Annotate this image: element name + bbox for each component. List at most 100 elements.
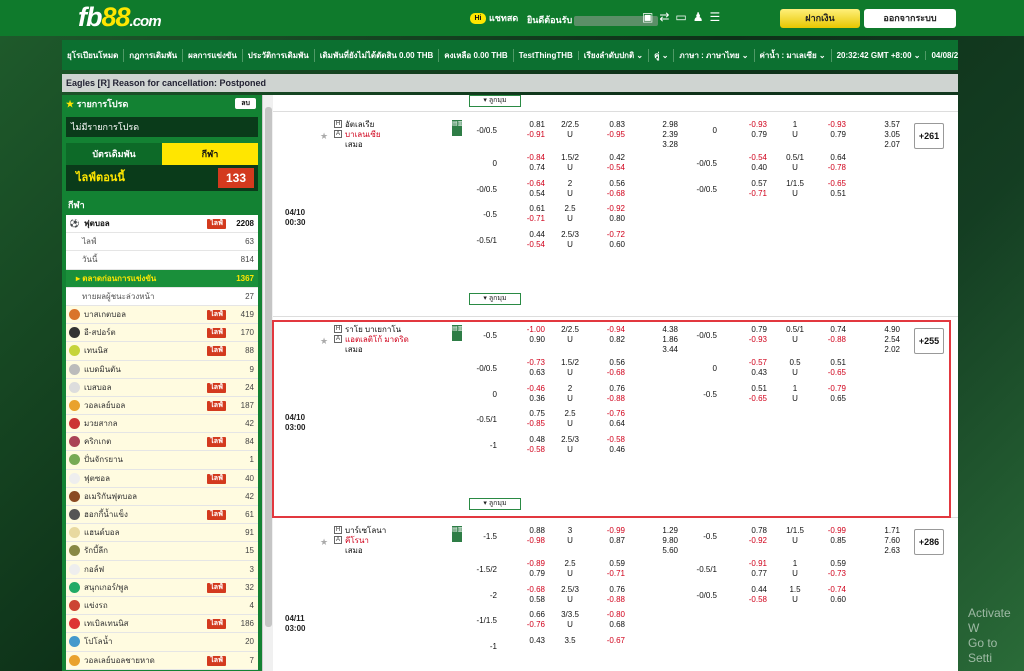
deposit-button[interactable]: ฝากเงิน [780,9,860,28]
odds-under[interactable]: -0.95 [595,130,625,140]
nav-item[interactable]: 20:32:42 GMT +8:00 ⌄ [832,50,927,60]
odds-1x2-half[interactable]: 3.05 [870,130,900,140]
sidebar-item-sport[interactable]: กอล์ฟ 3 [66,560,258,579]
half-odds-under[interactable]: -0.78 [816,163,846,173]
odds-under[interactable]: 0.80 [595,214,625,224]
odds-under[interactable]: -0.68 [595,189,625,199]
odds-home[interactable]: -0.68 [515,585,545,595]
sidebar-item-sport[interactable]: รักบี้ลีก 15 [66,542,258,561]
nav-item[interactable]: ประวัติการเดิมพัน [243,48,315,62]
logout-button[interactable]: ออกจากระบบ [864,9,956,28]
half-odds-home[interactable]: 0.57 [737,179,767,189]
odds-home[interactable]: 0.61 [515,204,545,214]
wallet-icon[interactable]: ▣ [642,10,659,24]
half-odds-over[interactable]: -0.93 [816,120,846,130]
odds-1x2[interactable]: 3.28 [648,140,678,150]
sidebar-item-sport[interactable]: วอลเลย์บอล ไลฟ์ 187 [66,396,258,416]
odds-over[interactable]: 0.42 [595,153,625,163]
sidebar-item-sport[interactable]: คริกเกต ไลฟ์ 84 [66,433,258,452]
odds-under[interactable]: 0.60 [595,240,625,250]
odds-over[interactable]: 0.76 [595,585,625,595]
half-odds-under[interactable]: 0.51 [816,189,846,199]
nav-item[interactable]: กฎการเดิมพัน [124,48,184,62]
sidebar-sub-today[interactable]: วันนี้ 814 [66,251,258,270]
nav-item[interactable]: TestThingTHB [514,50,579,60]
half-odds-home[interactable]: -0.91 [737,559,767,569]
home-team[interactable]: บาร์เซโลนา [345,526,386,536]
sidebar-item-sport[interactable]: แบดมินตัน 9 [66,360,258,379]
odds-over[interactable]: -0.67 [595,636,625,646]
odds-under[interactable]: 0.68 [595,620,625,630]
odds-under[interactable]: -0.88 [595,595,625,605]
half-odds-over[interactable]: -0.74 [816,585,846,595]
sidebar-item-sport[interactable]: แฮนด์บอล 91 [66,524,258,543]
stats-icon[interactable]: ▤▥ [452,120,463,136]
half-odds-under[interactable]: 0.85 [816,536,846,546]
half-odds-under[interactable]: 0.79 [816,130,846,140]
odds-over[interactable]: -0.92 [595,204,625,214]
odds-1x2-half[interactable]: 1.71 [870,526,900,536]
sidebar-sub-outright[interactable]: ทายผลผู้ชนะล่วงหน้า 27 [66,287,258,306]
odds-away[interactable]: -0.91 [515,130,545,140]
nav-item[interactable]: ผลการแข่งขัน [183,48,243,62]
expand-corners-button[interactable]: ▾ ลูกมุม [469,293,521,305]
more-markets-button[interactable]: +261 [914,123,944,149]
home-team[interactable]: อัตเลเรีย [345,120,374,130]
odds-home[interactable]: -0.89 [515,559,545,569]
list-icon[interactable]: ☰ [710,10,727,24]
odds-over[interactable]: 0.56 [595,179,625,189]
site-logo[interactable]: fb88.com [78,2,162,33]
nav-item[interactable]: คงเหลือ 0.00 THB [439,48,514,62]
half-odds-home[interactable]: 0.44 [737,585,767,595]
half-odds-over[interactable]: -0.99 [816,526,846,536]
odds-1x2-half[interactable]: 7.60 [870,536,900,546]
sidebar-item-sport[interactable]: บาสเกตบอล ไลฟ์ 419 [66,305,258,325]
half-odds-away[interactable]: 0.79 [737,130,767,140]
sidebar-item-sport[interactable]: เบสบอล ไลฟ์ 24 [66,378,258,397]
odds-1x2-half[interactable]: 2.63 [870,546,900,556]
sidebar-item-sport[interactable]: อี-สปอร์ต ไลฟ์ 170 [66,324,258,343]
odds-away[interactable]: -0.76 [515,620,545,630]
half-odds-away[interactable]: 0.40 [737,163,767,173]
half-odds-home[interactable]: -0.54 [737,153,767,163]
odds-over[interactable]: 0.59 [595,559,625,569]
half-odds-away[interactable]: -0.71 [737,189,767,199]
odds-home[interactable]: 0.43 [515,636,545,646]
odds-home[interactable]: -0.64 [515,179,545,189]
sidebar-item-sport[interactable]: ฮอกกี้น้ำแข็ง ไลฟ์ 61 [66,506,258,525]
half-odds-over[interactable]: 0.59 [816,559,846,569]
expand-corners-button[interactable]: ▾ ลูกมุม [469,95,521,107]
half-odds-over[interactable]: -0.65 [816,179,846,189]
sidebar-item-football[interactable]: ⚽ ฟุตบอล ไลฟ์ 2208 [66,215,258,234]
sidebar-item-sport[interactable]: อเมริกันฟุตบอล 42 [66,487,258,506]
half-odds-away[interactable]: -0.92 [737,536,767,546]
odds-away[interactable]: -0.54 [515,240,545,250]
odds-away[interactable]: 0.79 [515,569,545,579]
odds-away[interactable]: -0.71 [515,214,545,224]
half-odds-away[interactable]: 0.77 [737,569,767,579]
odds-1x2[interactable]: 5.60 [648,546,678,556]
odds-over[interactable]: -0.99 [595,526,625,536]
odds-away[interactable]: -0.98 [515,536,545,546]
odds-away[interactable]: 0.58 [515,595,545,605]
sidebar-sub-live[interactable]: ไลฟ์ 63 [66,233,258,252]
nav-item[interactable]: เดิมพันที่ยังไม่ได้ตัดสิน 0.00 THB [315,48,440,62]
half-odds-home[interactable]: -0.93 [737,120,767,130]
nav-item[interactable]: ค่าน้ำ : มาเลเซีย ⌄ [755,48,832,62]
odds-away[interactable]: 0.54 [515,189,545,199]
nav-item[interactable]: เรียงลำดับปกติ ⌄ [579,48,650,62]
delete-favorites-button[interactable]: ลบ [235,98,256,109]
favorite-star-icon[interactable]: ★ [320,131,328,142]
more-markets-button[interactable]: +286 [914,529,944,555]
sidebar-sub-early-market[interactable]: ▸ ตลาดก่อนการแข่งขัน 1367 [66,269,258,288]
sidebar-item-sport[interactable]: วอลเลย์บอลชายหาด ไลฟ์ 7 [66,651,258,670]
odds-under[interactable]: -0.71 [595,569,625,579]
half-odds-over[interactable]: 0.64 [816,153,846,163]
odds-home[interactable]: -0.84 [515,153,545,163]
sidebar-item-sport[interactable]: เทนนิส ไลฟ์ 88 [66,342,258,361]
nav-item[interactable]: ยุโรเปียนโหมด [62,48,125,62]
odds-under[interactable]: -0.54 [595,163,625,173]
sidebar-item-sport[interactable]: มวยสากล 42 [66,415,258,434]
promo-icon[interactable]: ▭ [675,10,692,24]
odds-away[interactable]: 0.74 [515,163,545,173]
